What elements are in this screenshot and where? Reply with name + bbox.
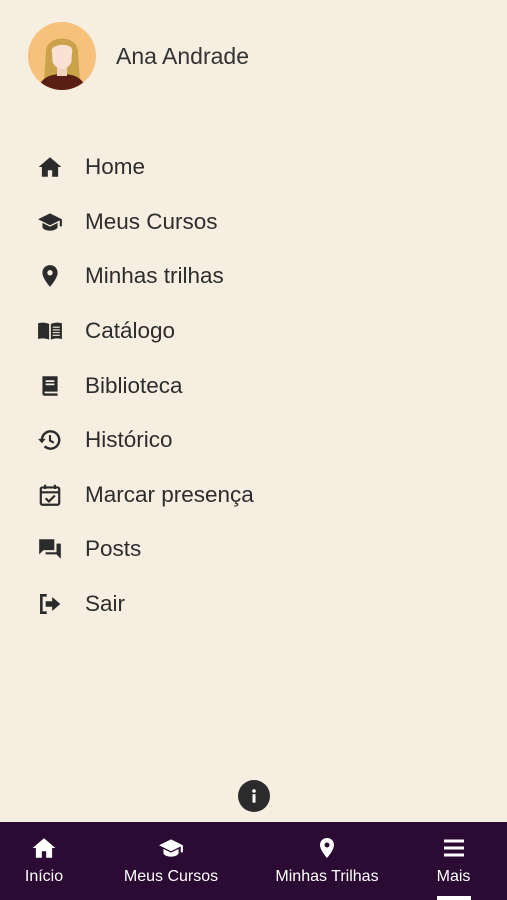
home-icon <box>36 153 64 181</box>
menu-item-label: Posts <box>85 536 142 562</box>
menu-item-label: Sair <box>85 591 126 617</box>
info-button[interactable] <box>238 780 270 812</box>
menu-item-minhas-trilhas[interactable]: Minhas trilhas <box>0 249 507 304</box>
app-screen: Ana Andrade Home Meus Cursos Minhas tril… <box>0 0 507 900</box>
menu-item-sair[interactable]: Sair <box>0 577 507 632</box>
nav-item-meus-cursos[interactable]: Meus Cursos <box>88 822 254 900</box>
nav-item-label: Minhas Trilhas <box>275 868 379 885</box>
menu-item-label: Marcar presença <box>85 481 254 507</box>
menu-item-label: Catálogo <box>85 318 176 344</box>
profile-header[interactable]: Ana Andrade <box>28 22 249 90</box>
bottom-navigation: Início Meus Cursos Minhas Trilhas Mais <box>0 822 507 900</box>
book-icon <box>36 372 64 400</box>
side-menu: Home Meus Cursos Minhas trilhas Catálogo… <box>0 140 507 631</box>
menu-item-meus-cursos[interactable]: Meus Cursos <box>0 195 507 250</box>
menu-item-label: Histórico <box>85 427 173 453</box>
nav-item-mais[interactable]: Mais <box>400 822 507 900</box>
sign-out-icon <box>36 590 64 618</box>
map-pin-icon <box>36 262 64 290</box>
info-icon <box>252 789 256 803</box>
graduation-cap-icon <box>36 208 64 236</box>
menu-item-historico[interactable]: Histórico <box>0 413 507 468</box>
menu-item-catalogo[interactable]: Catálogo <box>0 304 507 359</box>
menu-icon <box>441 834 467 862</box>
nav-item-label: Meus Cursos <box>123 868 219 885</box>
nav-item-label: Mais <box>436 868 471 885</box>
profile-name: Ana Andrade <box>116 42 250 69</box>
history-icon <box>36 426 64 454</box>
nav-item-minhas-trilhas[interactable]: Minhas Trilhas <box>254 822 400 900</box>
calendar-check-icon <box>36 481 64 509</box>
active-tab-indicator <box>436 896 471 900</box>
chat-icon <box>36 535 64 563</box>
graduation-cap-icon <box>155 834 187 862</box>
menu-item-label: Biblioteca <box>85 372 183 398</box>
open-book-icon <box>36 317 64 345</box>
avatar[interactable] <box>28 22 96 90</box>
menu-item-biblioteca[interactable]: Biblioteca <box>0 358 507 413</box>
map-pin-icon <box>315 834 339 862</box>
nav-item-inicio[interactable]: Início <box>0 822 88 900</box>
menu-item-posts[interactable]: Posts <box>0 522 507 577</box>
menu-item-label: Meus Cursos <box>85 208 218 234</box>
home-icon <box>30 834 58 862</box>
nav-item-label: Início <box>24 868 64 885</box>
menu-item-home[interactable]: Home <box>0 140 507 195</box>
menu-item-label: Minhas trilhas <box>85 263 224 289</box>
user-avatar-icon <box>28 22 96 90</box>
menu-item-label: Home <box>85 154 146 180</box>
menu-item-marcar-presenca[interactable]: Marcar presença <box>0 468 507 523</box>
